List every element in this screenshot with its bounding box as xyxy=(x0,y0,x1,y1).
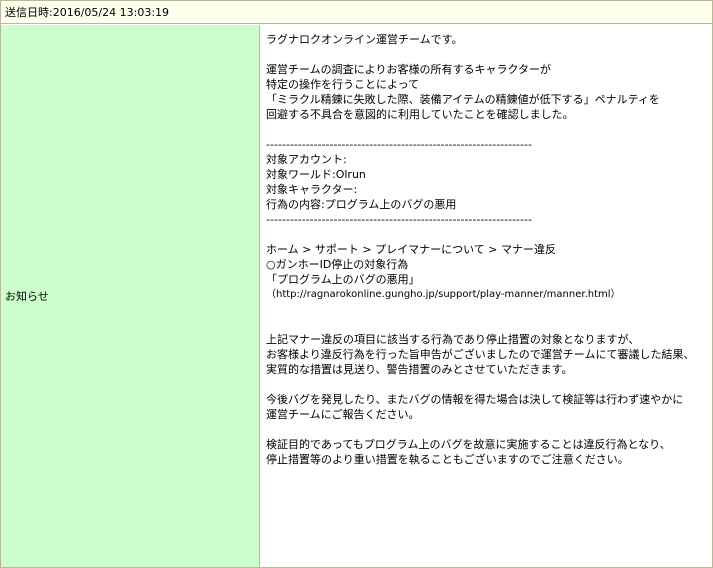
message-line: 回避する不具合を意図的に利用していたことを確認しました。 xyxy=(266,108,574,121)
category-label: お知らせ xyxy=(5,290,49,303)
message-line: 上記マナー違反の項目に該当する行為であり停止措置の対象となりますが、 xyxy=(266,333,640,346)
message-body: ラグナロクオンライン運営チームです。 運営チームの調査によりお客様の所有するキャ… xyxy=(261,25,712,567)
message-line: お客様より違反行為を行った旨申告がございましたので運営チームにて審議した結果、 xyxy=(266,348,695,361)
target-character-line: 対象キャラクター: xyxy=(266,183,358,196)
divider-line: ----------------------------------------… xyxy=(266,213,532,226)
message-line: 停止措置等のより重い措置を執ることもございますのでご注意ください。 xyxy=(266,453,629,466)
message-line: ○ガンホーID停止の対象行為 xyxy=(266,258,409,271)
message-line: 今後バグを発見したり、またバグの情報を得た場合は決して検証等は行わず速やかに xyxy=(266,393,684,406)
message-line: 検証目的であってもプログラム上のバグを故意に実施することは違反行為となり、 xyxy=(266,438,671,451)
sent-datetime-header: 送信日時:2016/05/24 13:03:19 xyxy=(1,1,712,24)
sent-datetime-value: 2016/05/24 13:03:19 xyxy=(52,6,170,19)
message-line: 「ミラクル精錬に失敗した際、装備アイテムの精錬値が低下する」ペナルティを xyxy=(266,93,660,106)
target-world-line: 対象ワールド:Olrun xyxy=(266,168,366,181)
message-line: 特定の操作を行うことによって xyxy=(266,78,420,91)
message-line: ラグナロクオンライン運営チームです。 xyxy=(266,33,463,46)
message-line: 運営チームにご報告ください。 xyxy=(266,408,420,421)
message-panel: 送信日時:2016/05/24 13:03:19 お知らせ ラグナロクオンライン… xyxy=(0,0,713,568)
manner-url-line: （http://ragnarokonline.gungho.jp/support… xyxy=(266,289,621,300)
category-cell: お知らせ xyxy=(1,25,260,567)
sent-datetime-label: 送信日時: xyxy=(5,6,53,19)
violation-content-line: 行為の内容:プログラム上のバグの悪用 xyxy=(266,198,457,211)
message-line: 「プログラム上のバグの悪用」 xyxy=(266,273,420,286)
breadcrumb-line: ホーム > サポート > プレイマナーについて > マナー違反 xyxy=(266,243,556,256)
message-line: 実質的な措置は見送り、警告措置のみとさせていただきます。 xyxy=(266,363,573,376)
target-account-line: 対象アカウント: xyxy=(266,153,347,166)
divider-line: ----------------------------------------… xyxy=(266,138,532,151)
message-line: 運営チームの調査によりお客様の所有するキャラクターが xyxy=(266,63,552,76)
